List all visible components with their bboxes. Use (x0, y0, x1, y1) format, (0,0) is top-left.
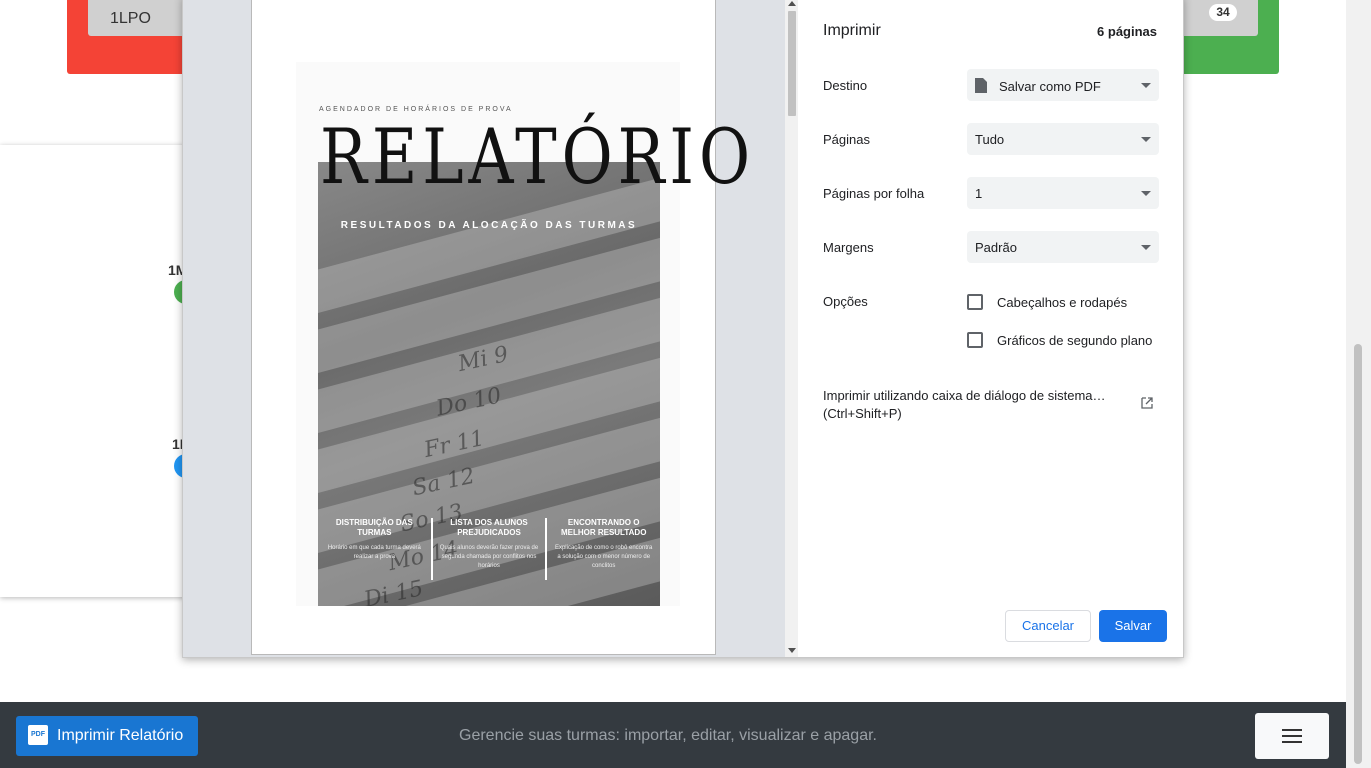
preview-page: Mi 9 Do 10 Fr 11 Sa 12 So 13 Mo 14 Di 15… (251, 0, 750, 655)
margins-select[interactable]: Padrão (967, 231, 1159, 263)
page-scroll-thumb[interactable] (1354, 344, 1362, 764)
turma-chip-label: 1LPO (110, 10, 151, 27)
cover-column: ENCONTRANDO O MELHOR RESULTADO Explicaçã… (545, 518, 660, 580)
dropdown-arrow-icon (1141, 245, 1151, 250)
menu-icon (1282, 741, 1302, 743)
destination-label: Destino (823, 78, 868, 93)
cover-column: DISTRIBUIÇÃO DAS TURMAS Horário em que c… (318, 518, 431, 580)
margins-value: Padrão (975, 240, 1017, 255)
cover-column-desc: Horário em que cada turma deverá realiza… (327, 545, 421, 560)
cancel-button[interactable]: Cancelar (1005, 610, 1091, 642)
menu-icon (1282, 729, 1302, 731)
preview-scrollbar[interactable] (785, 0, 798, 657)
print-settings-panel: Imprimir 6 páginas Destino Salvar como P… (799, 0, 1183, 657)
pages-select[interactable]: Tudo (967, 123, 1159, 155)
menu-button[interactable] (1255, 713, 1329, 759)
margins-label: Margens (823, 240, 874, 255)
headers-footers-label: Cabeçalhos e rodapés (997, 295, 1128, 310)
cover-column-desc: Explicação de como o robô encontra a sol… (554, 545, 653, 569)
cover-column-desc: Quais alunos deverão fazer prova de segu… (439, 545, 539, 569)
scroll-up-arrow-icon[interactable] (788, 1, 796, 6)
destination-value: Salvar como PDF (999, 79, 1101, 94)
options-label: Opções (823, 294, 868, 309)
dialog-title: Imprimir (823, 22, 881, 39)
print-preview-area: Mi 9 Do 10 Fr 11 Sa 12 So 13 Mo 14 Di 15… (183, 0, 798, 657)
pages-label: Páginas (823, 132, 870, 147)
menu-icon (1282, 735, 1302, 737)
page-scrollbar[interactable] (1346, 0, 1371, 768)
save-button[interactable]: Salvar (1099, 610, 1167, 642)
cover-heading: RESULTADOS DA ALOCAÇÃO DAS TURMAS (340, 220, 638, 231)
print-dialog: Mi 9 Do 10 Fr 11 Sa 12 So 13 Mo 14 Di 15… (182, 0, 1184, 658)
cover-column: LISTA DOS ALUNOS PREJUDICADOS Quais alun… (430, 518, 546, 580)
pages-per-sheet-label: Páginas por folha (823, 186, 925, 201)
dropdown-arrow-icon (1141, 137, 1151, 142)
document-icon (975, 78, 987, 93)
dropdown-arrow-icon (1141, 191, 1151, 196)
dropdown-arrow-icon (1141, 83, 1151, 88)
destination-select[interactable]: Salvar como PDF (967, 69, 1159, 101)
background-graphics-label: Gráficos de segundo plano (997, 333, 1153, 348)
page-count: 6 páginas (1097, 24, 1157, 39)
preview-scroll-thumb[interactable] (788, 11, 796, 116)
turma-chip-1lpo[interactable]: 1LPO (88, 0, 188, 36)
system-dialog-link[interactable]: Imprimir utilizando caixa de diálogo de … (823, 387, 1113, 423)
headers-footers-option[interactable]: Cabeçalhos e rodapés (967, 294, 1127, 310)
graph-card (0, 145, 200, 597)
cover-title: RELATÓRIO (320, 112, 755, 201)
count-badge: 34 (1209, 4, 1237, 21)
cover-column-title: DISTRIBUIÇÃO DAS TURMAS (335, 518, 413, 537)
headers-footers-checkbox[interactable] (967, 294, 983, 310)
scroll-down-arrow-icon[interactable] (788, 648, 796, 653)
background-graphics-option[interactable]: Gráficos de segundo plano (967, 332, 1152, 348)
cover-column-title: ENCONTRANDO O MELHOR RESULTADO (560, 518, 647, 537)
open-in-new-icon[interactable] (1141, 397, 1153, 409)
pages-per-sheet-value: 1 (975, 186, 983, 201)
cover-columns: DISTRIBUIÇÃO DAS TURMAS Horário em que c… (318, 518, 660, 580)
cover-column-title: LISTA DOS ALUNOS PREJUDICADOS (450, 518, 528, 537)
footer-tagline: Gerencie suas turmas: importar, editar, … (459, 727, 877, 744)
background-graphics-checkbox[interactable] (967, 332, 983, 348)
pages-value: Tudo (975, 132, 1005, 147)
pages-per-sheet-select[interactable]: 1 (967, 177, 1159, 209)
footer-bar: PDF Imprimir Relatório Gerencie suas tur… (0, 702, 1346, 768)
